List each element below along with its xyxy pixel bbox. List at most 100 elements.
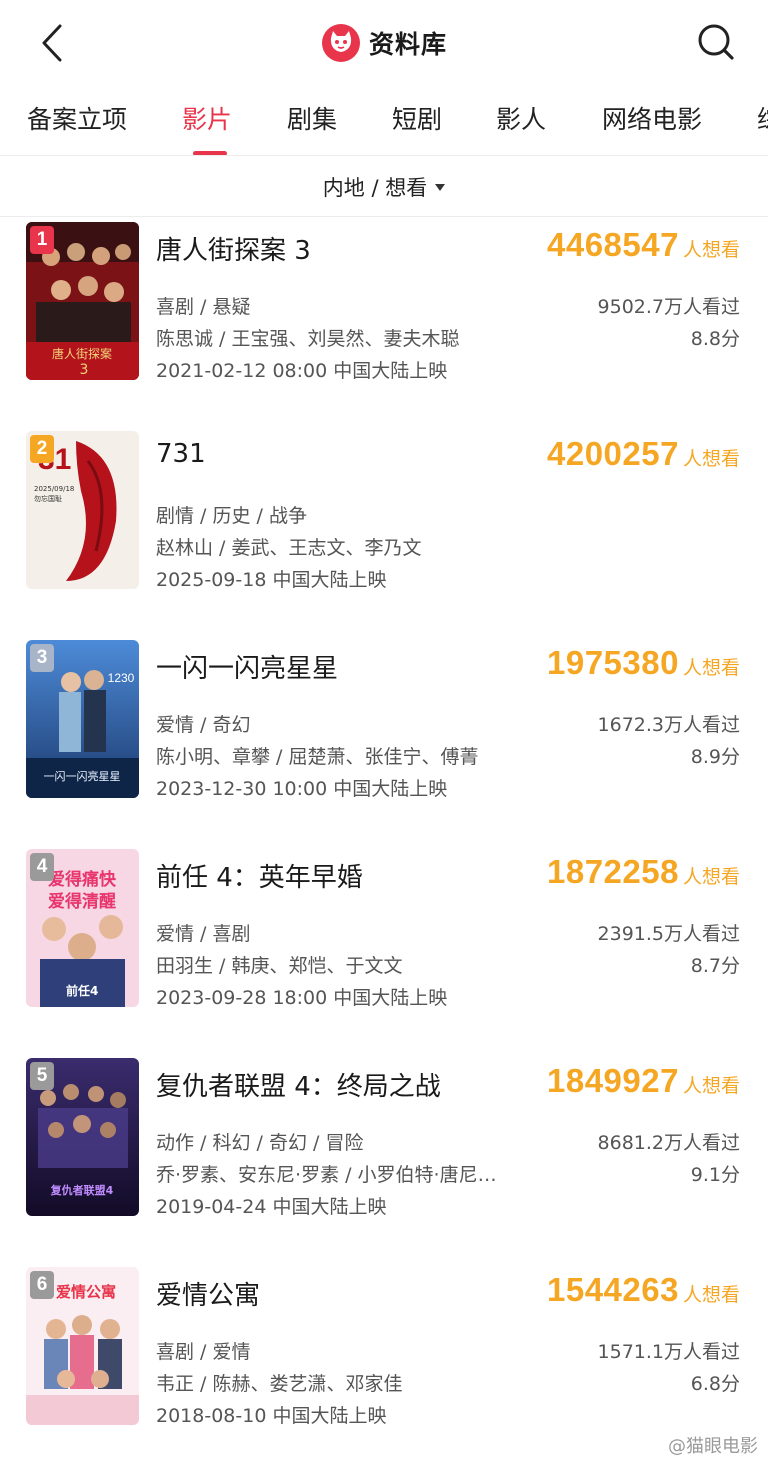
poster[interactable]: 唐人街探案 3 1 (26, 222, 139, 380)
search-icon (698, 24, 734, 60)
want-count: 1872258 (547, 853, 679, 890)
svg-text:前任4: 前任4 (66, 983, 98, 998)
genres: 喜剧 / 爱情 (156, 1341, 251, 1363)
want-count: 4468547 (547, 226, 679, 263)
want-label: 人想看 (682, 239, 740, 261)
rank-badge: 4 (30, 853, 54, 881)
watched-count: 8681.2万人看过 (597, 1132, 740, 1154)
release-date: 2021-02-12 08:00 中国大陆上映 (156, 360, 448, 382)
movie-title[interactable]: 爱情公寓 (156, 1275, 260, 1312)
score: 9.1分 (690, 1164, 740, 1186)
want-label: 人想看 (682, 866, 740, 888)
want-label: 人想看 (682, 657, 740, 679)
watched-count: 1571.1万人看过 (597, 1341, 740, 1363)
list-item[interactable]: 31 2025/09/18 勿忘国耻 2 731 4200257 人想看 剧情 … (0, 431, 768, 611)
watermark: @猫眼电影 (668, 1432, 758, 1458)
svg-text:2025/09/18: 2025/09/18 (34, 485, 74, 493)
release-date: 2025-09-18 中国大陆上映 (156, 569, 387, 591)
category-tabs: 备案立项 影片 剧集 短剧 影人 网络电影 综 (0, 88, 768, 156)
movie-title[interactable]: 复仇者联盟 4：终局之战 (156, 1066, 441, 1103)
list-item[interactable]: 复仇者联盟4 5 复仇者联盟 4：终局之战 1849927 人想看 动作 / 科… (0, 1058, 768, 1238)
poster[interactable]: 复仇者联盟4 5 (26, 1058, 139, 1216)
cast: 乔·罗素、安东尼·罗素 / 小罗伯特·唐尼… (156, 1164, 497, 1186)
genres: 爱情 / 奇幻 (156, 714, 251, 736)
list-item[interactable]: 唐人街探案 3 1 唐人街探案 3 4468547 人想看 喜剧 / 悬疑 95… (0, 222, 768, 402)
cast: 赵林山 / 姜武、王志文、李乃文 (156, 537, 422, 559)
score: 8.8分 (690, 328, 740, 350)
active-tab-indicator (193, 151, 227, 155)
watermark-text: @猫眼电影 (668, 1436, 758, 1457)
cast: 韦正 / 陈赫、娄艺潇、邓家佳 (156, 1373, 403, 1395)
tab-short-drama[interactable]: 短剧 (392, 102, 442, 138)
rank-badge: 5 (30, 1062, 54, 1090)
want-to-see: 4468547 人想看 (547, 226, 740, 264)
watched-count: 2391.5万人看过 (597, 923, 740, 945)
want-label: 人想看 (682, 1075, 740, 1097)
movie-title[interactable]: 前任 4：英年早婚 (156, 857, 363, 894)
want-count: 1975380 (547, 644, 679, 681)
svg-text:1230: 1230 (108, 671, 135, 685)
rank-badge: 3 (30, 644, 54, 672)
cast: 陈思诚 / 王宝强、刘昊然、妻夫木聪 (156, 328, 460, 350)
rank-badge: 2 (30, 435, 54, 463)
svg-text:3: 3 (80, 362, 89, 378)
list-item[interactable]: 爱得痛快 爱得清醒 前任4 4 前任 4：英年早婚 1872258 人想看 爱情… (0, 849, 768, 1029)
release-date: 2023-09-28 18:00 中国大陆上映 (156, 987, 448, 1009)
cast: 田羽生 / 韩庚、郑恺、于文文 (156, 955, 403, 977)
poster[interactable]: 爱情公寓 6 (26, 1267, 139, 1425)
svg-text:唐人街探案: 唐人街探案 (52, 346, 112, 361)
want-to-see: 1849927 人想看 (547, 1062, 740, 1100)
svg-text:爱得痛快: 爱得痛快 (48, 869, 117, 890)
score: 6.8分 (690, 1373, 740, 1395)
search-button[interactable] (690, 16, 742, 68)
list-item[interactable]: 爱情公寓 6 爱情公寓 1544263 人想看 喜剧 / 爱情 1571.1万人… (0, 1267, 768, 1447)
genres: 爱情 / 喜剧 (156, 923, 251, 945)
filter-dropdown[interactable]: 内地 / 想看 (0, 157, 768, 217)
want-to-see: 4200257 人想看 (547, 435, 740, 473)
want-count: 4200257 (547, 435, 679, 472)
tab-filing[interactable]: 备案立项 (27, 102, 127, 138)
movie-title[interactable]: 唐人街探案 3 (156, 230, 311, 267)
want-label: 人想看 (682, 1284, 740, 1306)
poster[interactable]: 31 2025/09/18 勿忘国耻 2 (26, 431, 139, 589)
tab-people[interactable]: 影人 (496, 102, 546, 138)
want-to-see: 1544263 人想看 (547, 1271, 740, 1309)
svg-text:爱得清醒: 爱得清醒 (48, 891, 116, 912)
poster[interactable]: 1230 一闪一闪亮星星 3 (26, 640, 139, 798)
tab-series[interactable]: 剧集 (287, 102, 337, 138)
svg-text:复仇者联盟4: 复仇者联盟4 (50, 1183, 114, 1197)
score: 8.9分 (690, 746, 740, 768)
want-label: 人想看 (682, 448, 740, 470)
genres: 剧情 / 历史 / 战争 (156, 505, 307, 527)
svg-text:一闪一闪亮星星: 一闪一闪亮星星 (44, 769, 121, 783)
title-wrap: 资料库 (0, 22, 768, 64)
genres: 动作 / 科幻 / 奇幻 / 冒险 (156, 1132, 364, 1154)
page-title: 资料库 (368, 30, 447, 59)
tab-web-movies[interactable]: 网络电影 (602, 102, 702, 138)
svg-text:勿忘国耻: 勿忘国耻 (34, 494, 62, 503)
cast: 陈小明、章攀 / 屈楚萧、张佳宁、傅菁 (156, 746, 479, 768)
header: 资料库 (0, 0, 768, 88)
tab-movies[interactable]: 影片 (182, 102, 232, 138)
want-to-see: 1975380 人想看 (547, 644, 740, 682)
maoyan-cat-logo-icon (321, 24, 360, 62)
watched-count: 1672.3万人看过 (597, 714, 740, 736)
release-date: 2018-08-10 中国大陆上映 (156, 1405, 387, 1427)
caret-down-icon (435, 184, 446, 191)
rank-badge: 1 (30, 226, 54, 254)
movie-title[interactable]: 一闪一闪亮星星 (156, 648, 338, 685)
svg-text:爱情公寓: 爱情公寓 (56, 1283, 116, 1301)
genres: 喜剧 / 悬疑 (156, 296, 251, 318)
rank-badge: 6 (30, 1271, 54, 1299)
list-item[interactable]: 1230 一闪一闪亮星星 3 一闪一闪亮星星 1975380 人想看 爱情 / … (0, 640, 768, 820)
release-date: 2023-12-30 10:00 中国大陆上映 (156, 778, 448, 800)
filter-label: 内地 / 想看 (322, 175, 428, 200)
want-count: 1544263 (547, 1271, 679, 1308)
tab-variety[interactable]: 综 (757, 102, 768, 138)
release-date: 2019-04-24 中国大陆上映 (156, 1196, 387, 1218)
poster[interactable]: 爱得痛快 爱得清醒 前任4 4 (26, 849, 139, 1007)
want-count: 1849927 (547, 1062, 679, 1099)
want-to-see: 1872258 人想看 (547, 853, 740, 891)
movie-title[interactable]: 731 (156, 439, 206, 469)
score: 8.7分 (690, 955, 740, 977)
